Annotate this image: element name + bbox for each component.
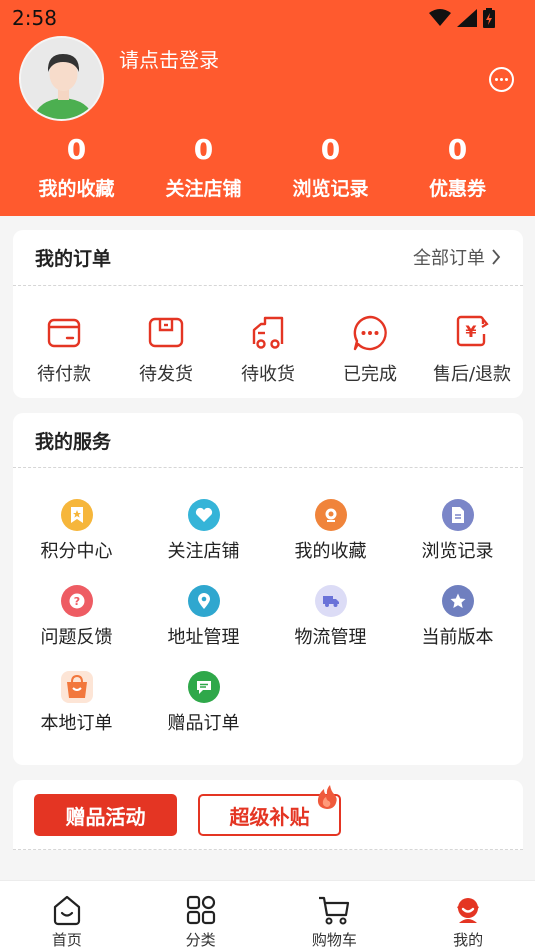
message-icon[interactable] [488,66,515,93]
stat-label: 我的收藏 [38,178,115,200]
divider [13,849,523,850]
service-label: 浏览记录 [421,541,494,562]
stat-value: 0 [193,133,214,166]
service-address[interactable]: 地址管理 [140,585,267,649]
stat-label: 优惠券 [428,178,486,200]
service-browse-history[interactable]: 浏览记录 [394,499,521,563]
login-prompt[interactable]: 请点击登录 [119,44,219,73]
service-favorites[interactable]: 我的收藏 [267,499,394,563]
wallet-icon [47,318,81,348]
tab-category[interactable]: 分类 [134,881,268,951]
order-pending-shipment[interactable]: 待发货 [116,314,216,386]
wifi-icon [429,9,451,26]
service-logistics[interactable]: 物流管理 [267,585,394,649]
avatar-person-icon [21,38,102,119]
order-status-row: 待付款 待发货 待收货 已完成 ¥ 售后/退款 [13,314,523,386]
divider [13,467,523,468]
tab-label: 首页 [51,931,82,949]
bag-icon [60,671,93,703]
stat-followed-shops[interactable]: 0 关注店铺 [140,132,267,201]
svg-text:¥: ¥ [465,322,476,341]
stat-coupons[interactable]: 0 优惠券 [394,132,521,201]
all-orders-label: 全部订单 [413,248,485,269]
svg-text:?: ? [73,595,79,608]
service-label: 我的收藏 [294,541,367,562]
signal-icon [457,9,477,27]
tab-label: 我的 [453,931,484,949]
question-icon: ? [60,585,93,617]
service-label: 当前版本 [421,627,494,648]
stat-favorites[interactable]: 0 我的收藏 [13,132,140,201]
cart-icon [319,896,350,925]
chevron-right-icon [492,249,501,265]
stat-value: 0 [320,133,341,166]
avatar[interactable] [19,36,104,121]
service-label: 物流管理 [294,627,367,648]
stat-browse-history[interactable]: 0 浏览记录 [267,132,394,201]
status-bar: 2:58 [0,0,535,34]
home-icon [53,895,80,926]
history-icon [441,499,474,531]
order-label: 待付款 [37,364,91,385]
divider [13,285,523,286]
service-label: 问题反馈 [40,627,113,648]
battery-icon [483,8,495,28]
tab-label: 购物车 [311,931,357,949]
tab-label: 分类 [185,931,216,949]
flame-icon [317,785,337,809]
services-grid: 积分中心 关注店铺 我的收藏 浏览记录 ? 问题反馈 地址管理 物流管理 当前版 [13,499,523,735]
refund-icon: ¥ [456,315,489,347]
service-label: 积分中心 [40,541,113,562]
package-icon [148,317,184,348]
order-label: 售后/退款 [432,364,512,385]
location-icon [187,585,220,617]
service-version[interactable]: 当前版本 [394,585,521,649]
orders-title: 我的订单 [35,248,112,270]
heart-icon [187,499,220,531]
favorite-icon [314,499,347,531]
tab-cart[interactable]: 购物车 [268,881,402,951]
tab-profile[interactable]: 我的 [401,881,535,951]
category-icon [186,895,215,925]
order-pending-receipt[interactable]: 待收货 [218,314,318,386]
star-icon [441,585,474,617]
service-local-orders[interactable]: 本地订单 [13,671,140,735]
order-label: 待收货 [241,364,295,385]
bottom-tab-bar: 首页 分类 购物车 我的 [0,880,535,951]
service-gift-orders[interactable]: 赠品订单 [140,671,267,735]
stat-value: 0 [66,133,87,166]
service-label: 赠品订单 [167,713,240,734]
service-label: 本地订单 [40,713,113,734]
gift-order-icon [187,671,220,703]
orders-card: 我的订单 全部订单 待付款 待发货 待收货 已完成 ¥ 售后/退款 [13,230,523,398]
order-pending-payment[interactable]: 待付款 [14,314,114,386]
stats-row: 0 我的收藏 0 关注店铺 0 浏览记录 0 优惠券 [0,132,535,201]
status-time: 2:58 [12,6,57,30]
profile-icon [457,898,480,923]
service-label: 地址管理 [167,627,240,648]
status-icons [429,8,495,28]
profile-header: 2:58 请点击登录 0 我的收藏 0 关注店铺 0 浏览记录 0 优惠券 [0,0,535,216]
stat-label: 浏览记录 [292,178,369,200]
service-feedback[interactable]: ? 问题反馈 [13,585,140,649]
promo-card: 赠品活动 超级补贴 [13,780,523,850]
points-icon [60,499,93,531]
service-label: 关注店铺 [167,541,240,562]
order-label: 已完成 [343,364,397,385]
services-title: 我的服务 [35,431,112,453]
chat-done-icon [353,315,387,351]
order-after-sales[interactable]: ¥ 售后/退款 [422,314,522,386]
order-completed[interactable]: 已完成 [320,314,420,386]
stat-value: 0 [447,133,468,166]
delivery-icon [314,585,347,617]
tab-home[interactable]: 首页 [0,881,134,951]
service-points-center[interactable]: 积分中心 [13,499,140,563]
truck-icon [252,316,284,349]
services-card: 我的服务 积分中心 关注店铺 我的收藏 浏览记录 ? 问题反馈 地址管理 物流管… [13,413,523,765]
order-label: 待发货 [139,364,193,385]
all-orders-link[interactable]: 全部订单 [413,244,501,270]
stat-label: 关注店铺 [165,178,242,200]
service-followed-shops[interactable]: 关注店铺 [140,499,267,563]
gift-activity-button[interactable]: 赠品活动 [34,794,177,836]
